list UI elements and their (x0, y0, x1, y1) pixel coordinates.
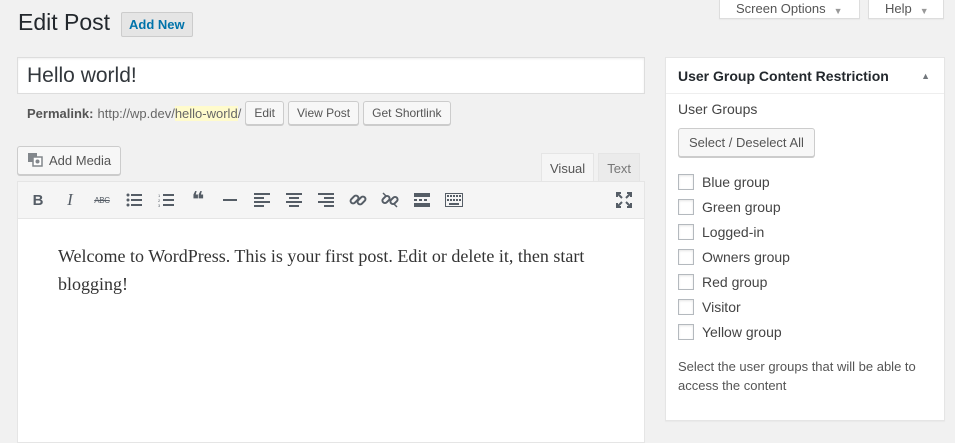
tab-visual[interactable]: Visual (541, 153, 595, 182)
user-groups-label: User Groups (678, 101, 758, 117)
edit-permalink-button[interactable]: Edit (245, 101, 284, 125)
align-center-icon[interactable] (278, 185, 310, 215)
group-item[interactable]: Visitor (678, 294, 932, 319)
post-editor: B I ABC 123 ❝ Welcome to WordPress. This… (17, 181, 645, 443)
group-item[interactable]: Blue group (678, 169, 932, 194)
permalink-base: http://wp.dev/ (97, 105, 175, 121)
tab-text[interactable]: Text (598, 153, 641, 182)
user-group-restriction-metabox: User Group Content Restriction ▲ User Gr… (665, 57, 945, 421)
caret-down-icon: ▼ (833, 6, 843, 16)
metabox-title: User Group Content Restriction (678, 67, 889, 84)
svg-text:3: 3 (158, 203, 161, 207)
screen-meta-links: Screen Options ▼ Help ▼ (719, 0, 944, 19)
align-left-icon[interactable] (246, 185, 278, 215)
add-new-button[interactable]: Add New (121, 12, 193, 37)
permalink-row: Permalink: http://wp.dev/hello-world/ Ed… (27, 100, 451, 126)
group-checkbox[interactable] (678, 223, 694, 240)
bold-icon[interactable]: B (22, 185, 54, 215)
group-checkbox[interactable] (678, 323, 694, 340)
unlink-icon[interactable] (374, 185, 406, 215)
view-post-button[interactable]: View Post (288, 101, 360, 125)
post-title-input[interactable]: Hello world! (17, 57, 645, 94)
group-label: Blue group (702, 173, 770, 190)
group-item[interactable]: Owners group (678, 244, 932, 269)
permalink-label: Permalink: (27, 105, 94, 121)
group-checkbox[interactable] (678, 198, 694, 215)
blockquote-icon[interactable]: ❝ (182, 185, 214, 215)
editor-content[interactable]: Welcome to WordPress. This is your first… (18, 219, 644, 298)
collapse-arrow-icon[interactable]: ▲ (921, 71, 930, 81)
help-label: Help (885, 1, 912, 16)
page-title: Edit Post (18, 9, 111, 35)
caret-down-icon: ▼ (919, 6, 929, 16)
help-button[interactable]: Help ▼ (868, 0, 944, 19)
strikethrough-icon[interactable]: ABC (86, 185, 118, 215)
group-label: Owners group (702, 248, 790, 265)
group-item[interactable]: Logged-in (678, 219, 932, 244)
select-deselect-all-button[interactable]: Select / Deselect All (678, 128, 815, 157)
group-checkbox[interactable] (678, 273, 694, 290)
screen-options-button[interactable]: Screen Options ▼ (719, 0, 860, 19)
horizontal-rule-icon[interactable] (214, 185, 246, 215)
align-right-icon[interactable] (310, 185, 342, 215)
group-checkbox[interactable] (678, 248, 694, 265)
media-icon (27, 151, 43, 170)
permalink-url[interactable]: http://wp.dev/hello-world/ (97, 105, 242, 121)
group-checkbox[interactable] (678, 298, 694, 315)
permalink-trail: / (237, 105, 242, 121)
add-media-button[interactable]: Add Media (17, 146, 122, 175)
read-more-icon[interactable] (406, 185, 438, 215)
user-group-list: Blue group Green group Logged-in Owners … (678, 169, 932, 344)
get-shortlink-button[interactable]: Get Shortlink (363, 101, 451, 125)
italic-icon[interactable]: I (54, 185, 86, 215)
group-label: Yellow group (702, 323, 782, 340)
group-checkbox[interactable] (678, 173, 694, 190)
group-label: Logged-in (702, 223, 765, 240)
toolbar-toggle-icon[interactable] (438, 185, 470, 215)
restriction-help-text: Select the user groups that will be able… (678, 359, 916, 393)
metabox-header[interactable]: User Group Content Restriction ▲ (666, 58, 944, 94)
group-label: Red group (702, 273, 768, 290)
editor-toolbar: B I ABC 123 ❝ (18, 182, 644, 219)
link-icon[interactable] (342, 185, 374, 215)
group-label: Visitor (702, 298, 741, 315)
numbered-list-icon[interactable]: 123 (150, 185, 182, 215)
group-label: Green group (702, 198, 781, 215)
metabox-inside: User Groups Select / Deselect All Blue g… (666, 94, 944, 402)
add-media-label: Add Media (49, 153, 112, 168)
fullscreen-icon[interactable] (608, 185, 640, 215)
permalink-slug: hello-world (174, 105, 238, 121)
group-item[interactable]: Red group (678, 269, 932, 294)
bullet-list-icon[interactable] (118, 185, 150, 215)
group-item[interactable]: Yellow group (678, 319, 932, 344)
group-item[interactable]: Green group (678, 194, 932, 219)
editor-tabs: Visual Text (541, 153, 641, 182)
screen-options-label: Screen Options (736, 1, 826, 16)
